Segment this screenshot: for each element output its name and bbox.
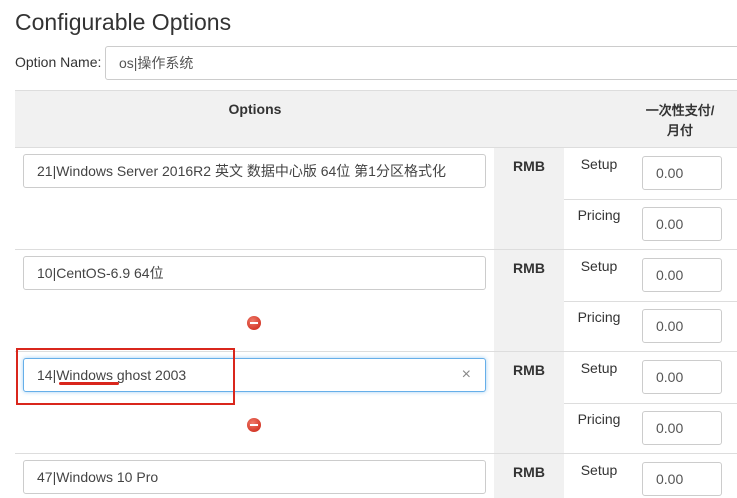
table-row: 10|CentOS-6.9 64位 RMB Setup 0.00 Pricing… bbox=[15, 250, 737, 352]
setup-price-input[interactable]: 0.00 bbox=[642, 258, 722, 292]
option-name-label: Option Name: bbox=[15, 54, 102, 70]
remove-icon[interactable] bbox=[247, 316, 261, 330]
option-value-input[interactable]: 21|Windows Server 2016R2 英文 数据中心版 64位 第1… bbox=[23, 154, 486, 188]
row-divider bbox=[564, 403, 737, 404]
table-row: 21|Windows Server 2016R2 英文 数据中心版 64位 第1… bbox=[15, 148, 737, 250]
setup-price-input[interactable]: 0.00 bbox=[642, 462, 722, 496]
row-divider bbox=[564, 199, 737, 200]
clear-icon[interactable]: × bbox=[462, 359, 471, 391]
options-table-header: Options 一次性支付/ 月付 bbox=[15, 90, 737, 148]
option-name-input[interactable]: os|操作系统 bbox=[105, 46, 737, 80]
currency-cell: RMB bbox=[494, 454, 564, 498]
pricing-price-input[interactable]: 0.00 bbox=[642, 207, 722, 241]
currency-label: RMB bbox=[513, 362, 545, 378]
page-title: Configurable Options bbox=[15, 9, 232, 35]
currency-cell: RMB bbox=[494, 148, 564, 249]
table-row: 47|Windows 10 Pro RMB Setup 0.00 bbox=[15, 454, 737, 498]
setup-label: Setup bbox=[580, 258, 618, 274]
pricing-label: Pricing bbox=[577, 309, 621, 325]
setup-label: Setup bbox=[580, 156, 618, 172]
currency-cell: RMB bbox=[494, 250, 564, 351]
highlight-underline bbox=[59, 382, 119, 385]
pricing-label: Pricing bbox=[577, 207, 621, 223]
setup-label: Setup bbox=[580, 462, 618, 478]
currency-cell: RMB bbox=[494, 352, 564, 453]
setup-label: Setup bbox=[580, 360, 618, 376]
currency-label: RMB bbox=[513, 260, 545, 276]
setup-price-input[interactable]: 0.00 bbox=[642, 360, 722, 394]
highlight-annotation-box bbox=[16, 348, 235, 405]
currency-label: RMB bbox=[513, 464, 545, 480]
header-billing-cycle: 一次性支付/ 月付 bbox=[645, 103, 715, 138]
option-value-input[interactable]: 10|CentOS-6.9 64位 bbox=[23, 256, 486, 290]
pricing-label: Pricing bbox=[577, 411, 621, 427]
row-divider bbox=[564, 301, 737, 302]
header-options: Options bbox=[228, 101, 282, 117]
pricing-price-input[interactable]: 0.00 bbox=[642, 309, 722, 343]
setup-price-input[interactable]: 0.00 bbox=[642, 156, 722, 190]
option-value-input[interactable]: 47|Windows 10 Pro bbox=[23, 460, 486, 494]
currency-label: RMB bbox=[513, 158, 545, 174]
remove-icon[interactable] bbox=[247, 418, 261, 432]
pricing-price-input[interactable]: 0.00 bbox=[642, 411, 722, 445]
